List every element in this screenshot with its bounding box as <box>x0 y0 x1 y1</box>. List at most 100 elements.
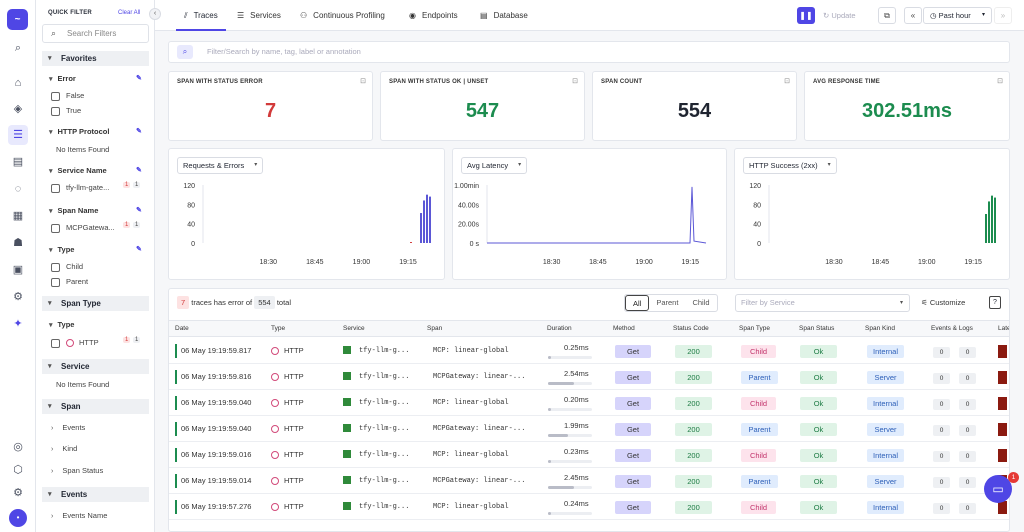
col-service[interactable]: Service <box>343 321 365 337</box>
col-method[interactable]: Method <box>613 321 635 337</box>
search-icon[interactable]: ⌕ <box>8 38 28 58</box>
cell-service[interactable]: tfy-llm-g... <box>343 338 409 364</box>
sparkle-icon[interactable]: ✦ <box>8 314 28 334</box>
cell-service[interactable]: tfy-llm-g... <box>343 364 409 390</box>
cell-service[interactable]: tfy-llm-g... <box>343 442 409 468</box>
cell-span[interactable]: MCP: linear-global <box>433 338 509 364</box>
col-span-kind[interactable]: Span Kind <box>865 321 895 337</box>
app-logo[interactable]: ~ <box>7 9 28 30</box>
info-icon[interactable]: ⊡ <box>997 77 1003 85</box>
type-filter-header[interactable]: ▾ Type ✎ <box>49 245 149 254</box>
checkbox[interactable] <box>51 277 60 287</box>
table-row[interactable]: 06 May 19:19:59.016 HTTP tfy-llm-g... MCP: … <box>169 442 1009 468</box>
http-protocol-filter-header[interactable]: ▾ HTTP Protocol ✎ <box>49 127 149 136</box>
pin-icon[interactable]: ✎ <box>136 74 142 82</box>
span-type-section[interactable]: ▾ Span Type <box>42 296 149 311</box>
events-section[interactable]: ▾ Events <box>42 487 149 502</box>
error-filter-header[interactable]: ▾ Error ✎ <box>49 74 149 83</box>
events-name-item[interactable]: › Events Name <box>51 511 107 520</box>
pin-icon[interactable]: ✎ <box>136 206 142 214</box>
favorites-section[interactable]: ▾ Favorites <box>42 51 149 66</box>
span-name-filter-header[interactable]: ▾ Span Name ✎ <box>49 206 149 215</box>
update-button[interactable]: ↻ Update <box>823 7 856 24</box>
cell-service[interactable]: tfy-llm-g... <box>343 494 409 520</box>
table-row[interactable]: 06 May 19:19:59.816 HTTP tfy-llm-g... MCPGa… <box>169 364 1009 390</box>
col-date[interactable]: Date <box>175 321 189 337</box>
filter-all-button[interactable]: All <box>625 295 650 311</box>
pin-icon[interactable]: ✎ <box>136 166 142 174</box>
copy-icon[interactable]: ⧉ <box>878 7 896 24</box>
table-row[interactable]: 06 May 19:19:59.040 HTTP tfy-llm-g... MCP: … <box>169 390 1009 416</box>
document-icon[interactable]: ▤ <box>8 152 28 172</box>
chart-metric-select[interactable]: Avg Latency ▾ <box>461 157 528 174</box>
span-section[interactable]: ▾ Span <box>42 399 149 414</box>
dashboard-icon[interactable]: ▦ <box>8 206 28 226</box>
chart-metric-select[interactable]: Requests & Errors ▾ <box>177 157 264 174</box>
trace-search-input[interactable]: ⌕ Filter/Search by name, tag, label or an… <box>168 41 1010 63</box>
layers-icon[interactable]: ◈ <box>8 99 28 119</box>
checkbox[interactable] <box>51 262 60 272</box>
error-true-option[interactable]: True <box>51 106 81 116</box>
service-name-option[interactable]: tfy-llm-gate... 1 1 <box>51 182 147 193</box>
cell-span[interactable]: MCPGateway: linear-... <box>433 416 525 442</box>
time-range-select[interactable]: ◷ Past hour ▾ <box>923 7 992 24</box>
pin-icon[interactable]: ✎ <box>136 127 142 135</box>
cell-span[interactable]: MCP: linear-global <box>433 390 509 416</box>
col-status-code[interactable]: Status Code <box>673 321 709 337</box>
prev-range-button[interactable]: « <box>904 7 922 24</box>
cell-span[interactable]: MCP: linear-global <box>433 442 509 468</box>
customize-button[interactable]: ⚟ Customize <box>921 294 965 312</box>
checkbox[interactable] <box>51 183 60 193</box>
col-events-logs[interactable]: Events & Logs <box>931 321 973 337</box>
filter-search-input[interactable]: ⌕ Search Filters <box>42 24 149 43</box>
filter-parent-button[interactable]: Parent <box>649 295 685 311</box>
info-icon[interactable]: ⊡ <box>572 77 578 85</box>
cell-span[interactable]: MCPGateway: linear-... <box>433 364 525 390</box>
table-row[interactable]: 06 May 19:19:57.276 HTTP tfy-llm-g... MCP: … <box>169 494 1009 520</box>
table-row[interactable]: 06 May 19:19:59.014 HTTP tfy-llm-g... MCPGa… <box>169 468 1009 494</box>
alert-icon[interactable]: ◌ <box>8 179 28 199</box>
home-icon[interactable]: ⌂ <box>8 73 28 93</box>
avatar[interactable]: • <box>9 509 27 527</box>
traces-icon[interactable]: ☰ <box>8 125 28 145</box>
help-icon[interactable]: ? <box>989 296 1001 309</box>
collapse-panel-button[interactable]: ‹ <box>149 8 161 20</box>
table-row[interactable]: 06 May 19:19:59.817 HTTP tfy-llm-g... MCP: … <box>169 338 1009 364</box>
cell-service[interactable]: tfy-llm-g... <box>343 390 409 416</box>
service-filter-select[interactable]: Filter by Service ▾ <box>735 294 910 312</box>
checkbox[interactable] <box>51 338 60 348</box>
headset-icon[interactable]: ◎ <box>8 437 28 457</box>
tab-traces[interactable]: ⫽ Traces <box>176 0 226 31</box>
col-span-type[interactable]: Span Type <box>739 321 770 337</box>
span-kind-item[interactable]: › Kind <box>51 444 77 453</box>
cell-span[interactable]: MCP: linear-global <box>433 494 509 520</box>
robot-icon[interactable]: ☗ <box>8 233 28 253</box>
tab-endpoints[interactable]: ◉ Endpoints <box>409 0 458 31</box>
tab-database[interactable]: ▤ Database <box>480 0 528 31</box>
span-events-item[interactable]: › Events <box>51 423 85 432</box>
checkbox[interactable] <box>51 91 60 101</box>
filter-child-button[interactable]: Child <box>685 295 716 311</box>
monitor-icon[interactable]: ▣ <box>8 260 28 280</box>
tab-continuous-profiling[interactable]: ⚇ Continuous Profiling <box>300 0 385 31</box>
span-name-option[interactable]: MCPGatewa... 1 1 <box>51 222 147 233</box>
pin-icon[interactable]: ✎ <box>136 245 142 253</box>
col-span[interactable]: Span <box>427 321 442 337</box>
col-span-status[interactable]: Span Status <box>799 321 834 337</box>
span-type-http-option[interactable]: HTTP 1 1 <box>51 337 147 348</box>
info-icon[interactable]: ⊡ <box>360 77 366 85</box>
cell-span[interactable]: MCPGateway: linear-... <box>433 468 525 494</box>
tab-services[interactable]: ☰ Services <box>237 0 281 31</box>
cell-service[interactable]: tfy-llm-g... <box>343 416 409 442</box>
span-type-type-header[interactable]: ▾ Type <box>49 320 74 329</box>
pause-button[interactable]: ❚❚ <box>797 7 815 24</box>
col-latency[interactable]: Late <box>998 321 1009 337</box>
next-range-button[interactable]: » <box>994 7 1012 24</box>
span-status-item[interactable]: › Span Status <box>51 466 103 475</box>
settings-icon[interactable]: ⚙ <box>8 287 28 307</box>
info-icon[interactable]: ⊡ <box>784 77 790 85</box>
clear-all-link[interactable]: Clear All <box>118 10 140 16</box>
col-type[interactable]: Type <box>271 321 285 337</box>
type-parent-option[interactable]: Parent <box>51 277 88 287</box>
cube-icon[interactable]: ⬡ <box>8 460 28 480</box>
